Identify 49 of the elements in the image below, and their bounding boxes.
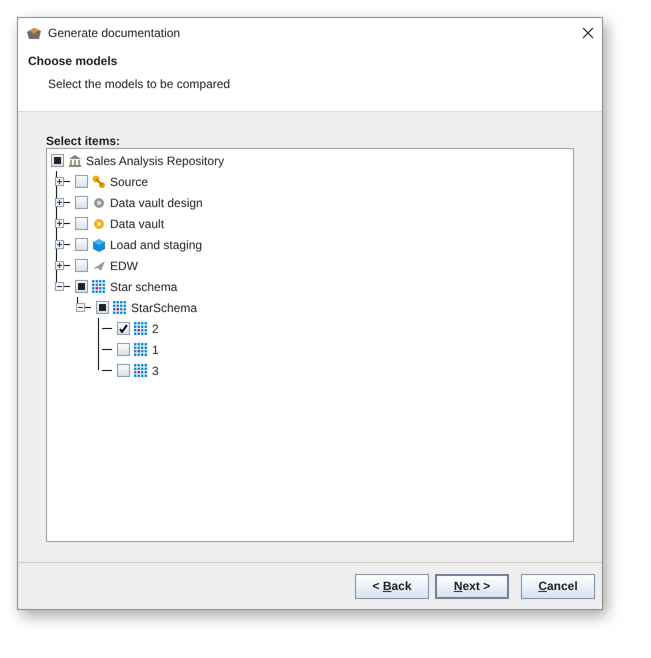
grid-icon [134, 364, 148, 378]
expand-icon[interactable] [55, 198, 64, 207]
expand-icon[interactable] [55, 261, 64, 270]
expand-icon[interactable] [55, 177, 64, 186]
tree-item[interactable]: Source [110, 172, 148, 190]
gear-icon [92, 216, 106, 230]
tree-item[interactable]: 1 [152, 340, 159, 358]
grid-icon [134, 322, 148, 336]
wizard-button[interactable]: Next > [435, 574, 509, 598]
checkbox[interactable] [117, 364, 130, 377]
grid-icon [134, 342, 148, 356]
tree-item[interactable]: Data vault [110, 214, 164, 232]
tree-item[interactable]: 2 [152, 320, 159, 338]
tree-item[interactable]: Star schema [110, 278, 178, 296]
nodes-icon [92, 174, 106, 188]
close-icon[interactable] [582, 27, 594, 39]
page-title: Choose models [28, 53, 118, 70]
checkbox[interactable] [75, 175, 88, 188]
checkbox[interactable] [75, 238, 88, 251]
grid-icon [92, 280, 106, 294]
page-subtitle: Select the models to be compared [47, 76, 232, 93]
expand-icon[interactable] [55, 240, 64, 249]
wizard-button[interactable]: < Back [355, 574, 429, 598]
grid-icon [113, 300, 127, 314]
app-icon [26, 26, 42, 40]
tree-item[interactable]: Load and staging [110, 236, 202, 254]
wizard-button[interactable]: Cancel [521, 574, 595, 598]
bank-icon [68, 154, 82, 168]
tree-item[interactable]: StarSchema [131, 298, 198, 316]
tree-item[interactable]: Data vault design [110, 194, 203, 212]
tree-item[interactable]: 3 [152, 362, 159, 380]
checkbox[interactable] [75, 259, 88, 272]
collapse-icon[interactable] [55, 282, 64, 291]
checkbox[interactable] [75, 196, 88, 209]
cube-icon [92, 238, 106, 252]
checkbox[interactable] [117, 322, 130, 335]
checkbox[interactable] [75, 217, 88, 230]
plane-icon [92, 258, 106, 272]
tree-label: Select items: [46, 134, 122, 148]
gear-icon [92, 196, 106, 210]
window-title: Generate documentation [48, 25, 180, 42]
checkbox[interactable] [51, 154, 64, 167]
tree-item[interactable]: Sales Analysis Repository [86, 152, 224, 170]
expand-icon[interactable] [55, 219, 64, 228]
collapse-icon[interactable] [76, 303, 85, 312]
tree-item[interactable]: EDW [110, 256, 138, 274]
checkbox[interactable] [117, 343, 130, 356]
checkbox[interactable] [96, 301, 109, 314]
checkbox[interactable] [75, 280, 88, 293]
